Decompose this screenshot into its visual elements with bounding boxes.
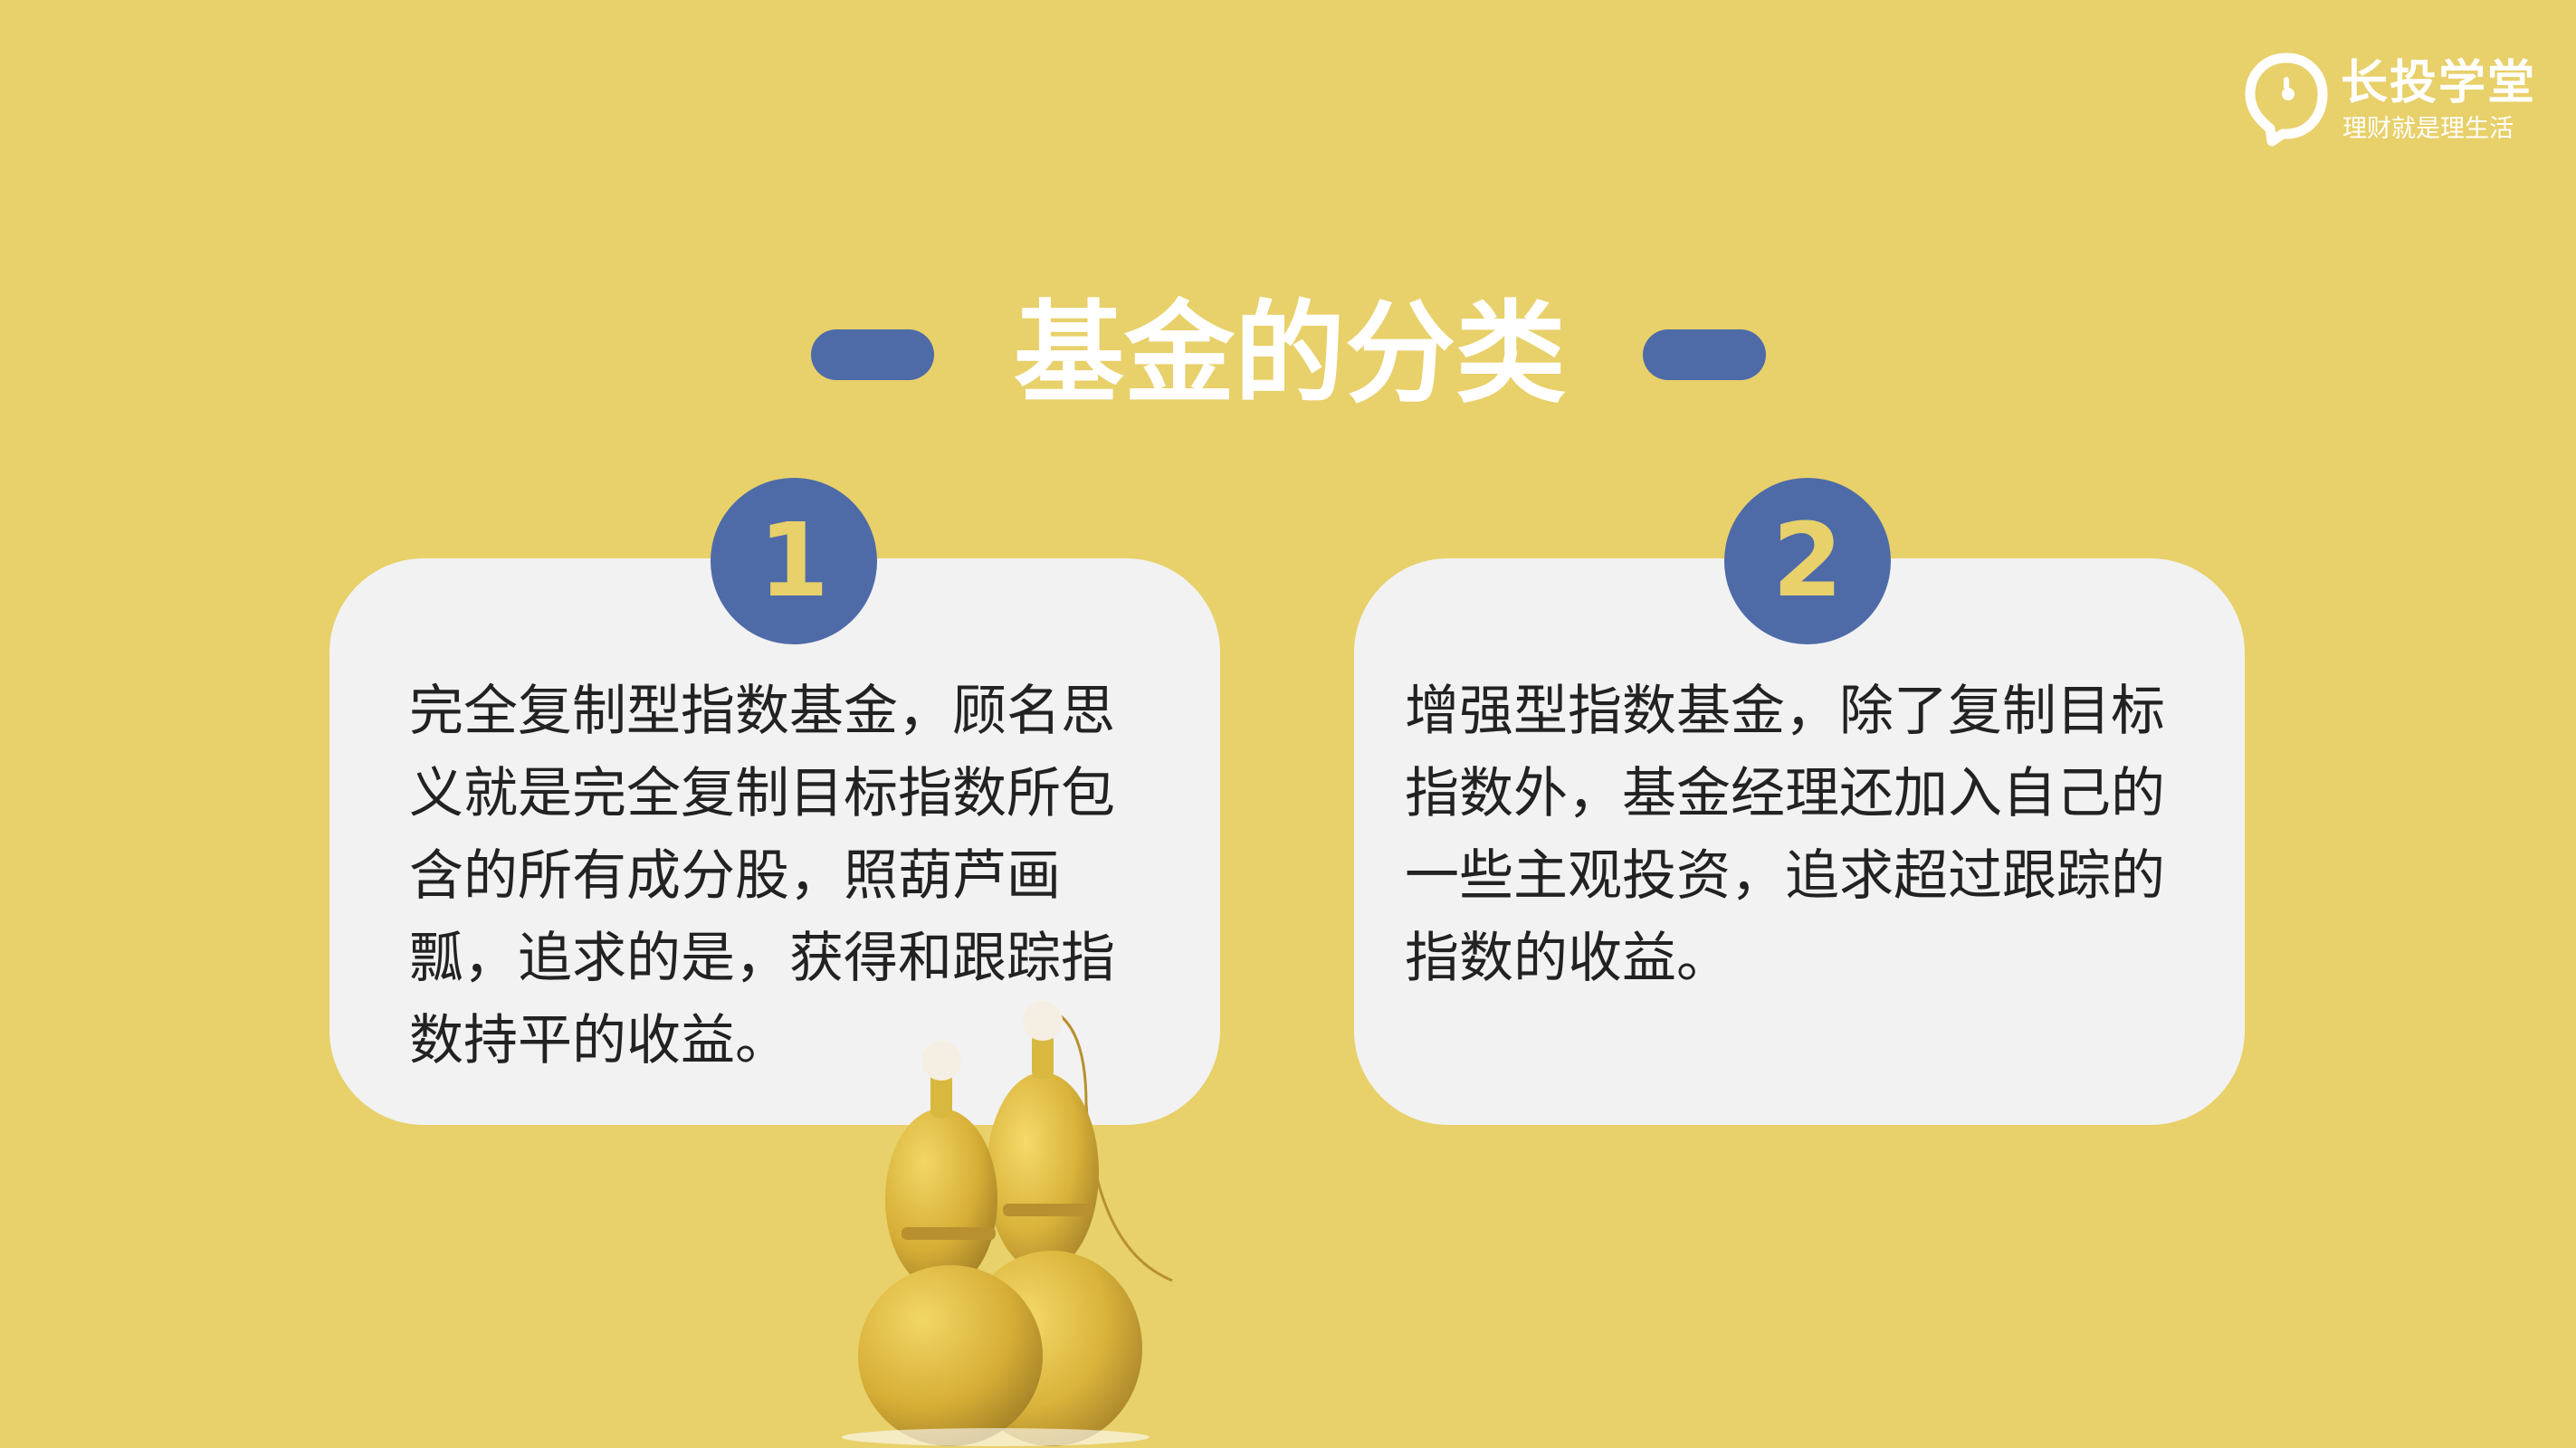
brand-logo: 长投学堂 理财就是理生活 [2243,51,2537,150]
card-1-number-badge: 1 [711,478,877,644]
slide: 长投学堂 理财就是理生活 基金的分类 完全复制型指数基金，顾名思义就是完全复制目… [0,0,2576,1448]
page-title: 基金的分类 [1014,290,1566,418]
card-2-text: 增强型指数基金，除了复制目标指数外，基金经理还加入自己的一些主观投资，追求超过跟… [1405,680,2165,990]
title-decoration-right [1643,329,1766,380]
brand-slogan: 理财就是理生活 [2342,115,2514,143]
title-decoration-left [811,329,934,380]
gourds-image [842,1001,1173,1446]
lightbulb-speech-icon [2245,52,2328,147]
brand-name: 长投学堂 [2341,56,2537,110]
card-2-number-badge: 2 [1724,478,1891,644]
